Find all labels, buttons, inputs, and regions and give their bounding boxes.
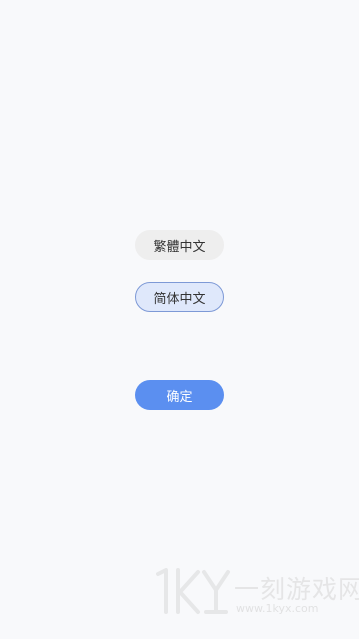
confirm-button-label: 确定 — [166, 389, 193, 405]
watermark: 一刻游戏网 www.1kyx.com — [148, 566, 359, 620]
confirm-button[interactable]: 确定 — [135, 380, 224, 410]
traditional-chinese-option[interactable]: 繁體中文 — [135, 230, 224, 260]
watermark-url-text: www.1kyx.com — [236, 602, 319, 615]
watermark-logo-icon — [156, 568, 230, 614]
traditional-chinese-label: 繁體中文 — [153, 239, 206, 255]
watermark-chinese-text: 一刻游戏网 — [234, 575, 359, 604]
simplified-chinese-label: 简体中文 — [153, 291, 206, 307]
simplified-chinese-option[interactable]: 简体中文 — [135, 282, 224, 312]
